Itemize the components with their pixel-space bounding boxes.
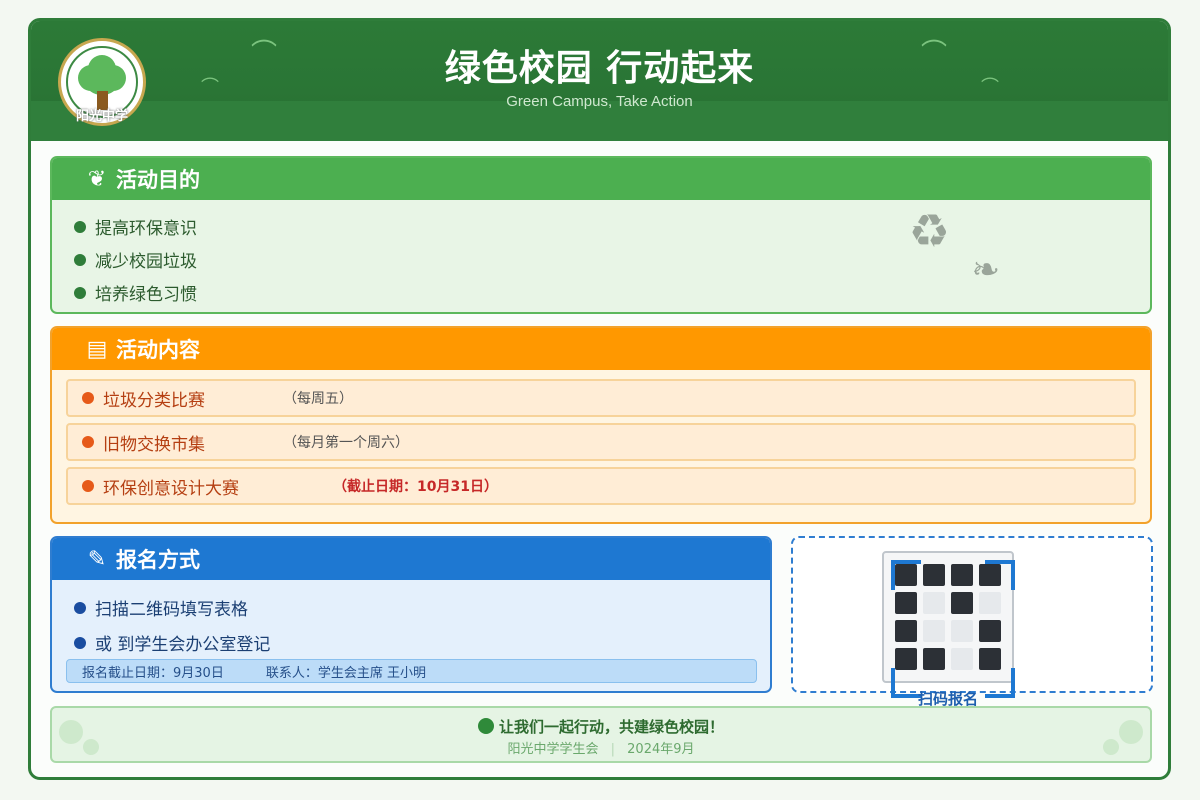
bullet-icon	[74, 220, 86, 233]
clipboard-icon: ▤	[86, 336, 108, 362]
signup-deadline: 报名截止日期：9月30日	[82, 665, 224, 681]
qr-cell	[923, 564, 945, 586]
qr-cell	[951, 648, 973, 670]
leaf-icon: ❦	[87, 166, 107, 192]
qr-cell	[951, 564, 973, 586]
activity-deadline: （截止日期：10月31日）	[333, 479, 498, 495]
list-item-text: 减少校园垃圾	[95, 252, 197, 272]
activity-name: 环保创意设计大赛	[103, 478, 239, 499]
activity-item: 旧物交换市集 （每月第一个周六）	[66, 423, 1136, 461]
header-banner: ⌒ ⌒ ⌒ ⌒ 阳光中学 绿色校园 行动起来 Green Campus, Tak…	[31, 21, 1168, 141]
poster: ⌒ ⌒ ⌒ ⌒ 阳光中学 绿色校园 行动起来 Green Campus, Tak…	[28, 18, 1171, 780]
activities-section: ▤ 活动内容 垃圾分类比赛 （每周五） 旧物交换市集 （每月第一个周六） 环保创…	[50, 326, 1152, 524]
bullet-icon	[74, 636, 86, 649]
goals-section: ❦ 活动目的 提高环保意识 减少校园垃圾 培养绿色习惯 ♻ ❧	[50, 156, 1152, 314]
footer-date: 2024年9月	[627, 742, 695, 757]
qr-cell	[895, 592, 917, 614]
list-item-text: 扫描二维码填写表格	[95, 600, 248, 620]
qr-cell	[895, 648, 917, 670]
signup-section: ✎ 报名方式 扫描二维码填写表格 或 到学生会办公室登记 报名截止日期：9月30…	[50, 536, 772, 693]
scan-corner	[985, 560, 1015, 590]
qr-code-panel: 扫码报名	[791, 536, 1153, 708]
activity-item: 垃圾分类比赛 （每周五）	[66, 379, 1136, 417]
goals-header: ❦ 活动目的	[52, 158, 1150, 200]
bullet-icon	[74, 286, 86, 299]
qr-cell	[923, 648, 945, 670]
organizer: 阳光中学学生会	[507, 742, 599, 757]
signup-contact: 联系人：学生会主席 王小明	[265, 665, 426, 681]
page-title: 绿色校园 行动起来	[444, 48, 755, 89]
separator: |	[610, 742, 616, 757]
footer-slogan: 让我们一起行动，共建绿色校园！	[52, 716, 1150, 737]
list-item: 扫描二维码填写表格	[74, 590, 770, 625]
list-item-text: 培养绿色习惯	[95, 285, 197, 305]
qr-cell	[979, 648, 1001, 670]
signup-list: 扫描二维码填写表格 或 到学生会办公室登记	[52, 580, 770, 660]
activity-note: （每周五）	[283, 391, 353, 407]
qr-cell	[951, 620, 973, 642]
qr-cell	[923, 620, 945, 642]
list-item: 提高环保意识	[74, 210, 1150, 243]
activities-header: ▤ 活动内容	[52, 328, 1150, 370]
footer: 让我们一起行动，共建绿色校园！ 阳光中学学生会 | 2024年9月	[50, 706, 1152, 763]
activity-item: 环保创意设计大赛 （截止日期：10月31日）	[66, 467, 1136, 505]
globe-icon	[477, 718, 494, 734]
qr-cell	[951, 592, 973, 614]
activities-title: 活动内容	[116, 338, 200, 362]
list-item-text: 或 到学生会办公室登记	[95, 635, 271, 655]
memo-icon: ✎	[87, 546, 107, 572]
sprout-icon: ❧	[971, 250, 1001, 290]
activity-name: 垃圾分类比赛	[103, 390, 205, 411]
bullet-icon	[82, 436, 94, 448]
footer-meta: 阳光中学学生会 | 2024年9月	[52, 738, 1150, 757]
activity-name: 旧物交换市集	[103, 434, 205, 455]
activity-note: （每月第一个周六）	[283, 435, 409, 451]
list-item: 或 到学生会办公室登记	[74, 625, 770, 660]
slogan-text: 让我们一起行动，共建绿色校园！	[498, 718, 724, 736]
qr-cell	[923, 592, 945, 614]
recycle-icon: ♻	[908, 204, 950, 258]
page-subtitle: Green Campus, Take Action	[506, 93, 693, 110]
qr-cell	[979, 592, 1001, 614]
bullet-icon	[82, 480, 94, 492]
signup-header: ✎ 报名方式	[52, 538, 770, 580]
bullet-icon	[82, 392, 94, 404]
goals-title: 活动目的	[116, 168, 200, 192]
signup-info-bar: 报名截止日期：9月30日 联系人：学生会主席 王小明	[66, 659, 757, 683]
qr-cell	[979, 620, 1001, 642]
qr-cell	[895, 620, 917, 642]
scan-corner	[891, 560, 921, 590]
bullet-icon	[74, 601, 86, 614]
list-item-text: 提高环保意识	[95, 219, 197, 239]
activities-list: 垃圾分类比赛 （每周五） 旧物交换市集 （每月第一个周六） 环保创意设计大赛 （…	[52, 370, 1150, 505]
signup-title: 报名方式	[116, 548, 200, 572]
bullet-icon	[74, 253, 86, 266]
